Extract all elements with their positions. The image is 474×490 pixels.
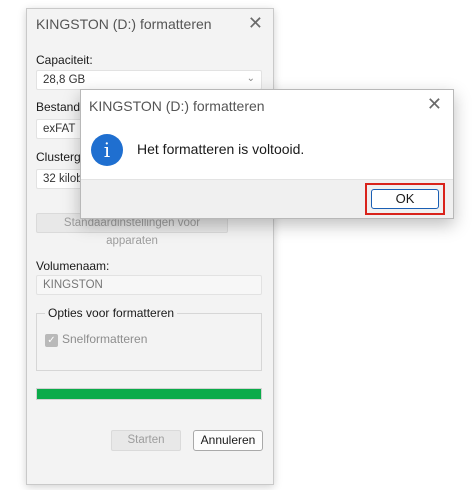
filesystem-label: Bestands <box>36 100 87 114</box>
progress-fill <box>37 389 261 399</box>
volume-name-input[interactable]: KINGSTON <box>36 275 262 295</box>
capacity-value: 28,8 GB <box>43 74 86 86</box>
format-dialog-title: KINGSTON (D:) formatteren <box>36 16 212 32</box>
capacity-select[interactable]: 28,8 GB ⌄ <box>36 70 262 90</box>
filesystem-value: exFAT <box>43 123 76 135</box>
quick-format-label: Snelformatteren <box>62 332 148 346</box>
info-icon: i <box>91 134 123 166</box>
message-text: Het formatteren is voltooid. <box>137 141 305 157</box>
volume-name-value: KINGSTON <box>43 279 103 291</box>
chevron-down-icon: ⌄ <box>246 73 255 84</box>
cluster-label: Clustergr <box>36 150 85 164</box>
ok-button[interactable]: OK <box>371 189 439 209</box>
volume-label: Volumenaam: <box>36 259 110 273</box>
start-button[interactable]: Starten <box>111 430 181 451</box>
cancel-button[interactable]: Annuleren <box>193 430 263 451</box>
format-options-group: Opties voor formatteren ✓ Snelformattere… <box>36 306 262 371</box>
message-box-title: KINGSTON (D:) formatteren <box>89 98 265 114</box>
ok-button-highlight: OK <box>365 183 445 215</box>
quick-format-checkbox[interactable]: ✓ <box>45 334 58 347</box>
cluster-value: 32 kilob <box>43 173 83 185</box>
capacity-label: Capaciteit: <box>36 53 93 67</box>
format-progress-bar <box>36 388 262 400</box>
format-dialog-titlebar: KINGSTON (D:) formatteren ✕ <box>27 9 273 39</box>
format-options-title: Opties voor formatteren <box>45 306 178 320</box>
close-icon[interactable]: ✕ <box>248 13 263 34</box>
message-box-footer: OK <box>81 179 453 218</box>
completion-message-box: KINGSTON (D:) formatteren ✕ i Het format… <box>80 89 454 219</box>
format-dialog: KINGSTON (D:) formatteren ✕ Capaciteit: … <box>26 8 274 485</box>
close-icon[interactable]: ✕ <box>427 94 442 115</box>
